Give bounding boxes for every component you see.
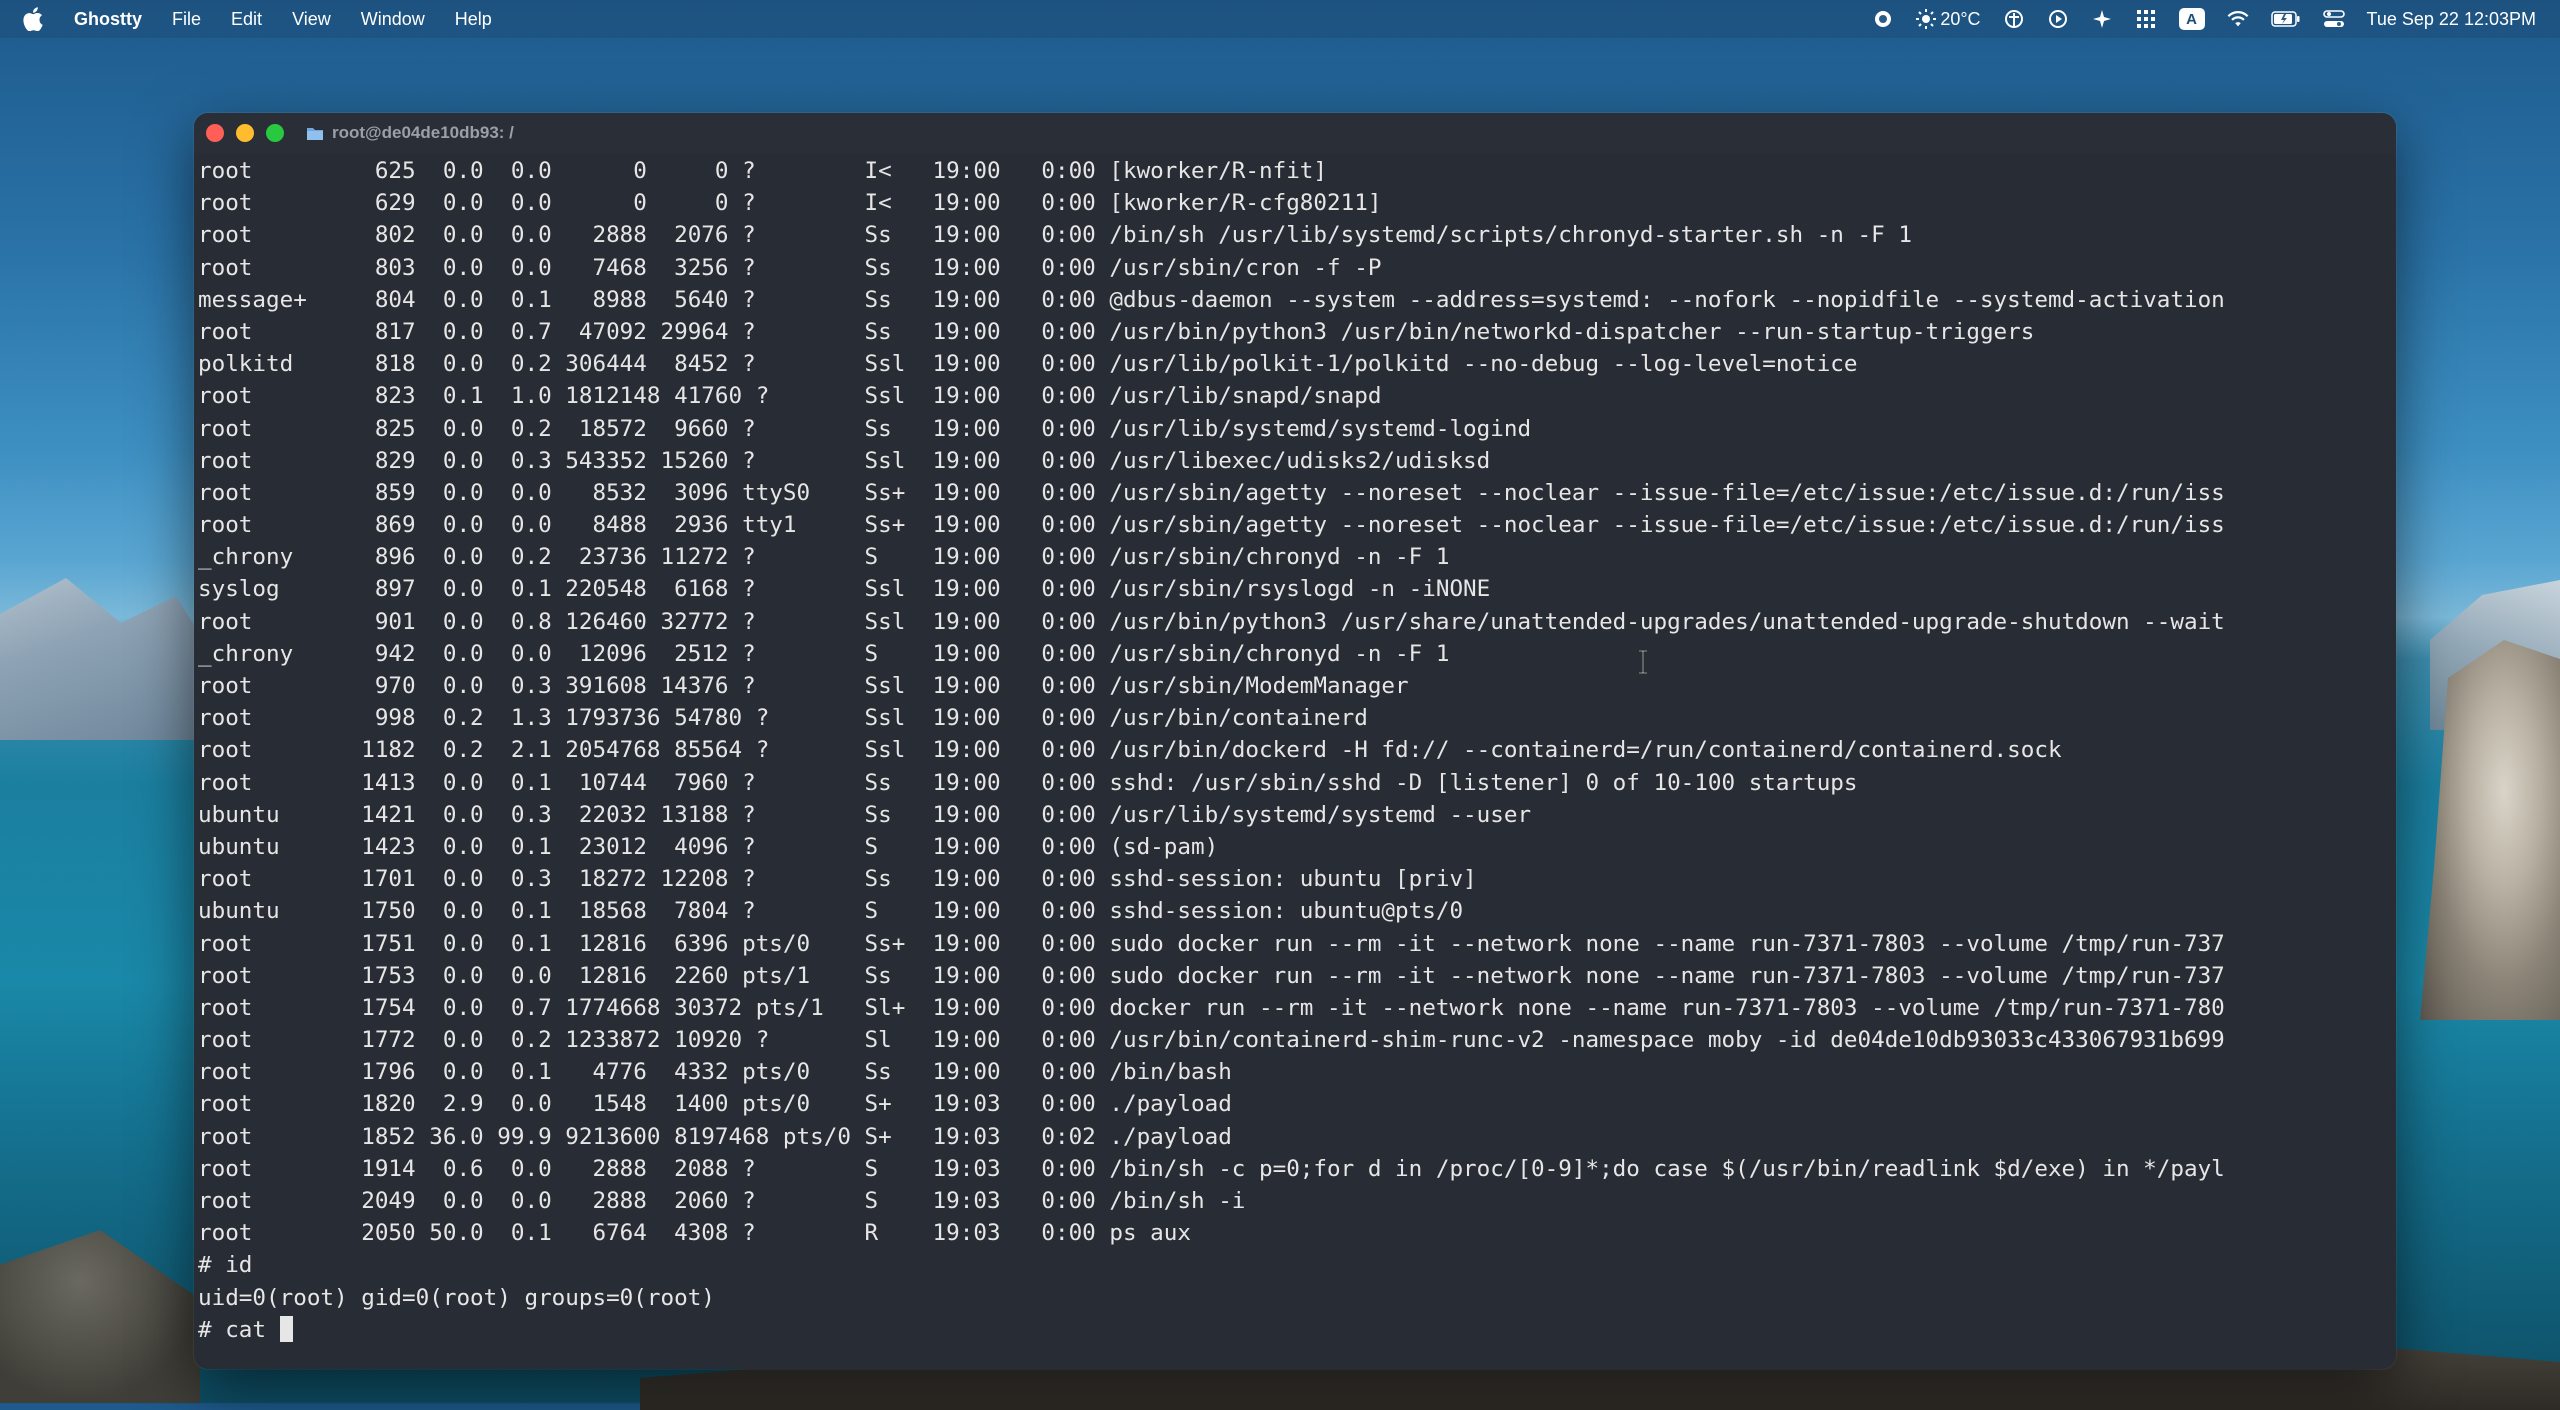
window-titlebar[interactable]: root@de04de10db93: / <box>194 113 2396 153</box>
terminal-line: root 823 0.1 1.0 1812148 41760 ? Ssl 19:… <box>198 383 1382 410</box>
terminal-line: message+ 804 0.0 0.1 8988 5640 ? Ss 19:0… <box>198 286 2225 313</box>
menu-window[interactable]: Window <box>361 9 425 30</box>
terminal-line: _chrony 942 0.0 0.0 12096 2512 ? S 19:00… <box>198 640 1450 667</box>
terminal-line: root 1182 0.2 2.1 2054768 85564 ? Ssl 19… <box>198 737 2062 764</box>
menu-bar: Ghostty File Edit View Window Help 20°C … <box>0 0 2560 38</box>
terminal-line: root 1852 36.0 99.9 9213600 8197468 pts/… <box>198 1123 1232 1150</box>
terminal-line: polkitd 818 0.0 0.2 306444 8452 ? Ssl 19… <box>198 351 1858 378</box>
terminal-line: # id <box>198 1252 253 1279</box>
terminal-line: root 2049 0.0 0.0 2888 2060 ? S 19:03 0:… <box>198 1188 1246 1214</box>
terminal-line: ubuntu 1423 0.0 0.1 23012 4096 ? S 19:00… <box>198 833 1219 860</box>
menu-edit[interactable]: Edit <box>231 9 262 30</box>
weather-widget[interactable]: 20°C <box>1916 8 1981 30</box>
terminal-line: root 1820 2.9 0.0 1548 1400 pts/0 S+ 19:… <box>198 1091 1232 1118</box>
terminal-line: _chrony 896 0.0 0.2 23736 11272 ? S 19:0… <box>198 544 1450 571</box>
window-title: root@de04de10db93: / <box>306 123 514 143</box>
terminal-line: syslog 897 0.0 0.1 220548 6168 ? Ssl 19:… <box>198 576 1491 603</box>
terminal-line: root 802 0.0 0.0 2888 2076 ? Ss 19:00 0:… <box>198 222 1912 249</box>
terminal-line: root 817 0.0 0.7 47092 29964 ? Ss 19:00 … <box>198 318 2035 345</box>
terminal-line: root 859 0.0 0.0 8532 3096 ttyS0 Ss+ 19:… <box>198 479 2225 506</box>
terminal-line: root 625 0.0 0.0 0 0 ? I< 19:00 0:00 [kw… <box>198 158 1328 184</box>
terminal-prompt-line[interactable]: # cat <box>198 1314 2396 1346</box>
wallpaper-mountain-left <box>0 578 220 740</box>
wifi-icon[interactable] <box>2227 8 2249 30</box>
airdrop-icon[interactable] <box>2003 8 2025 30</box>
terminal-line: root 1796 0.0 0.1 4776 4332 pts/0 Ss 19:… <box>198 1059 1232 1086</box>
terminal-output[interactable]: root 625 0.0 0.0 0 0 ? I< 19:00 0:00 [kw… <box>194 153 2396 1367</box>
terminal-line: root 2050 50.0 0.1 6764 4308 ? R 19:03 0… <box>198 1220 1191 1247</box>
menubar-clock[interactable]: Tue Sep 22 12:03PM <box>2367 9 2536 30</box>
terminal-window[interactable]: root@de04de10db93: / root 625 0.0 0.0 0 … <box>194 113 2396 1369</box>
grid-icon[interactable] <box>2135 8 2157 30</box>
terminal-line: root 1413 0.0 0.1 10744 7960 ? Ss 19:00 … <box>198 769 1858 796</box>
record-icon[interactable] <box>1872 8 1894 30</box>
wallpaper-rock-left <box>0 1230 200 1403</box>
terminal-line: root 829 0.0 0.3 543352 15260 ? Ssl 19:0… <box>198 447 1491 474</box>
terminal-line: root 869 0.0 0.0 8488 2936 tty1 Ss+ 19:0… <box>198 512 2225 539</box>
menu-help[interactable]: Help <box>455 9 492 30</box>
terminal-line: root 1751 0.0 0.1 12816 6396 pts/0 Ss+ 1… <box>198 930 2225 957</box>
play-icon[interactable] <box>2047 8 2069 30</box>
terminal-line: root 1754 0.0 0.7 1774668 30372 pts/1 Sl… <box>198 994 2225 1021</box>
menu-view[interactable]: View <box>292 9 331 30</box>
window-title-text: root@de04de10db93: / <box>332 123 514 142</box>
terminal-line: root 629 0.0 0.0 0 0 ? I< 19:00 0:00 [kw… <box>198 190 1382 217</box>
terminal-line: ubuntu 1421 0.0 0.3 22032 13188 ? Ss 19:… <box>198 801 1532 828</box>
terminal-line: root 1914 0.6 0.0 2888 2088 ? S 19:03 0:… <box>198 1155 2225 1182</box>
input-source-badge[interactable]: A <box>2178 8 2205 30</box>
close-window-button[interactable] <box>206 124 224 142</box>
weather-temp: 20°C <box>1940 8 1981 29</box>
terminal-cursor <box>279 1315 293 1342</box>
terminal-line: root 998 0.2 1.3 1793736 54780 ? Ssl 19:… <box>198 705 1368 732</box>
terminal-line: root 970 0.0 0.3 391608 14376 ? Ssl 19:0… <box>198 673 1409 699</box>
battery-icon[interactable] <box>2270 8 2301 30</box>
sun-icon <box>1916 9 1937 29</box>
zoom-window-button[interactable] <box>266 124 284 142</box>
terminal-line: root 1772 0.0 0.2 1233872 10920 ? Sl 19:… <box>198 1027 2225 1054</box>
terminal-line: root 803 0.0 0.0 7468 3256 ? Ss 19:00 0:… <box>198 254 1382 281</box>
folder-icon <box>307 127 323 140</box>
text-cursor-ibeam-icon <box>1639 650 1647 674</box>
apple-menu-icon[interactable] <box>22 7 44 31</box>
terminal-line: root 901 0.0 0.8 126460 32772 ? Ssl 19:0… <box>198 608 2225 635</box>
terminal-line: ubuntu 1750 0.0 0.1 18568 7804 ? S 19:00… <box>198 898 1464 925</box>
terminal-prompt-text: # cat <box>198 1316 280 1343</box>
control-center-icon[interactable] <box>2322 8 2345 30</box>
terminal-line: root 1753 0.0 0.0 12816 2260 pts/1 Ss 19… <box>198 962 2225 989</box>
terminal-line: uid=0(root) gid=0(root) groups=0(root) <box>198 1284 715 1311</box>
minimize-window-button[interactable] <box>236 124 254 142</box>
menu-file[interactable]: File <box>172 9 201 30</box>
terminal-line: root 825 0.0 0.2 18572 9660 ? Ss 19:00 0… <box>198 415 1532 442</box>
terminal-line: root 1701 0.0 0.3 18272 12208 ? Ss 19:00… <box>198 866 1477 893</box>
menu-app-name[interactable]: Ghostty <box>74 9 142 30</box>
sparkle-icon[interactable] <box>2091 8 2113 30</box>
